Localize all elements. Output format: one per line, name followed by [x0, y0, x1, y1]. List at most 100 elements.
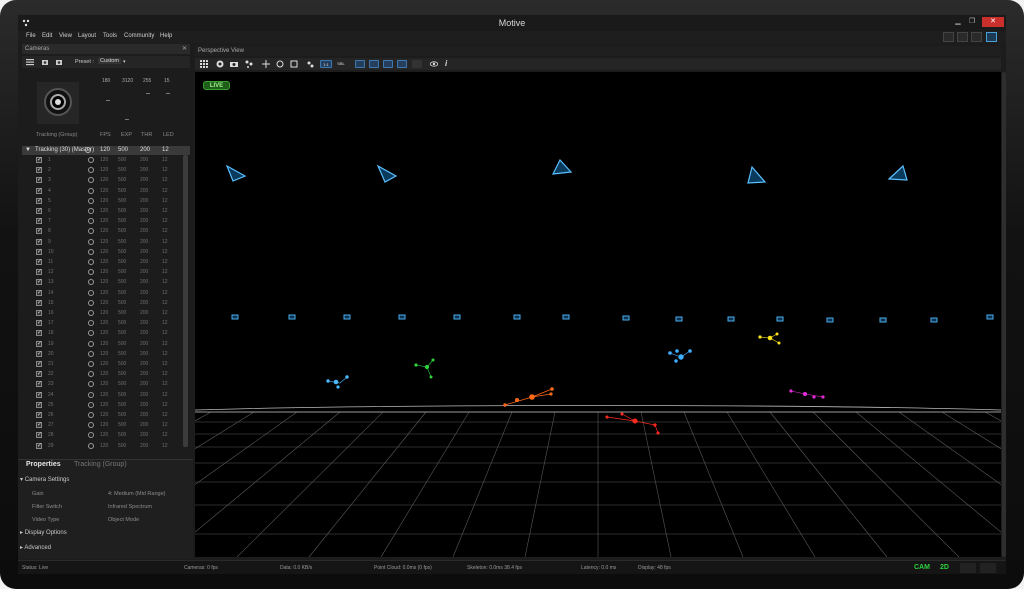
table-row[interactable]: 29 120 500 200 12	[22, 441, 186, 451]
menu-edit[interactable]: Edit	[42, 33, 52, 39]
skeleton-icon[interactable]	[245, 60, 253, 68]
mode-button-4[interactable]	[980, 563, 996, 573]
table-row[interactable]: 9 120 500 200 12	[22, 237, 186, 247]
menu-layout[interactable]: Layout	[78, 33, 96, 39]
menu-file[interactable]: File	[26, 33, 36, 39]
table-row[interactable]: 23 120 500 200 12	[22, 379, 186, 389]
camera-enable-checkbox[interactable]	[36, 216, 42, 226]
table-row[interactable]: 8 120 500 200 12	[22, 226, 186, 236]
camera-settings-section[interactable]: ▾ Camera Settings	[20, 475, 188, 485]
preset-dropdown[interactable]: Custom	[98, 58, 121, 64]
menu-tools[interactable]: Tools	[103, 33, 117, 39]
exp-slider[interactable]	[125, 119, 129, 120]
visibility-eye-icon[interactable]	[430, 60, 438, 68]
table-row[interactable]: 17 120 500 200 12	[22, 318, 186, 328]
table-row[interactable]: 10 120 500 200 12	[22, 247, 186, 257]
camera-enable-checkbox[interactable]	[36, 359, 42, 369]
table-row[interactable]: 1 120 500 200 12	[22, 155, 186, 165]
video-type-value[interactable]: Object Mode	[108, 517, 139, 523]
tab-properties[interactable]: Properties	[26, 461, 61, 468]
table-row[interactable]: 6 120 500 200 12	[22, 206, 186, 216]
camera-enable-checkbox[interactable]	[36, 165, 42, 175]
table-row[interactable]: 22 120 500 200 12	[22, 369, 186, 379]
camera-enable-checkbox[interactable]	[36, 308, 42, 318]
cam-mode-button[interactable]: CAM	[914, 563, 930, 573]
camera-enable-checkbox[interactable]	[36, 247, 42, 257]
view-11-button[interactable]: 1:1	[320, 60, 332, 68]
camera-group-icon[interactable]	[56, 58, 64, 66]
record-icon[interactable]	[216, 60, 224, 68]
minimize-button[interactable]: ▁	[952, 17, 964, 27]
camera-enable-checkbox[interactable]	[36, 430, 42, 440]
table-row[interactable]: 24 120 500 200 12	[22, 390, 186, 400]
list-icon[interactable]	[26, 58, 34, 66]
close-button[interactable]: ✕	[982, 17, 1004, 27]
table-row[interactable]: 28 120 500 200 12	[22, 430, 186, 440]
view-mode-5-icon[interactable]	[412, 60, 422, 68]
table-row[interactable]: 13 120 500 200 12	[22, 277, 186, 287]
table-row[interactable]: 19 120 500 200 12	[22, 339, 186, 349]
camera-enable-checkbox[interactable]	[36, 277, 42, 287]
camera-enable-checkbox[interactable]	[36, 175, 42, 185]
select-tool-icon[interactable]	[262, 60, 270, 68]
table-row[interactable]: 26 120 500 200 12	[22, 410, 186, 420]
viewport-scrollbar[interactable]	[1002, 72, 1006, 557]
table-row[interactable]: 12 120 500 200 12	[22, 267, 186, 277]
marker-tool-icon[interactable]	[306, 60, 314, 68]
camera-enable-checkbox[interactable]	[36, 155, 42, 165]
menu-view[interactable]: View	[59, 33, 72, 39]
display-options-section[interactable]: ▸ Display Options	[20, 528, 188, 538]
table-row[interactable]: 14 120 500 200 12	[22, 288, 186, 298]
table-row[interactable]: 21 120 500 200 12	[22, 359, 186, 369]
info-icon[interactable]: i	[445, 60, 453, 68]
view-mode-3-icon[interactable]	[383, 60, 393, 68]
sbl-button[interactable]: SBL	[335, 60, 347, 68]
camera-enable-checkbox[interactable]	[36, 318, 42, 328]
camera-enable-checkbox[interactable]	[36, 206, 42, 216]
camera-enable-checkbox[interactable]	[36, 298, 42, 308]
camera-enable-checkbox[interactable]	[36, 186, 42, 196]
expand-arrow-icon[interactable]: ▼	[25, 146, 31, 155]
camera-enable-checkbox[interactable]	[36, 196, 42, 206]
table-row[interactable]: 2 120 500 200 12	[22, 165, 186, 175]
table-row[interactable]: 11 120 500 200 12	[22, 257, 186, 267]
camera-enable-checkbox[interactable]	[36, 328, 42, 338]
mode-button-3[interactable]	[960, 563, 976, 573]
layout-capture-button[interactable]	[971, 32, 982, 42]
layout-create-button[interactable]	[957, 32, 968, 42]
camera-enable-checkbox[interactable]	[36, 390, 42, 400]
camera-list-scrollbar[interactable]	[183, 155, 188, 447]
table-row[interactable]: 4 120 500 200 12	[22, 186, 186, 196]
layout-edit-button[interactable]	[986, 32, 997, 42]
camera-enable-checkbox[interactable]	[36, 420, 42, 430]
fps-slider[interactable]	[106, 100, 110, 101]
layout-calibrate-button[interactable]	[943, 32, 954, 42]
chevron-down-icon[interactable]: ▾	[123, 59, 126, 65]
table-row[interactable]: 18 120 500 200 12	[22, 328, 186, 338]
cameras-panel-close-icon[interactable]: ✕	[182, 44, 187, 54]
camera-enable-checkbox[interactable]	[36, 349, 42, 359]
tab-tracking-group[interactable]: Tracking (Group)	[74, 461, 127, 468]
table-row[interactable]: 25 120 500 200 12	[22, 400, 186, 410]
maximize-button[interactable]: ❐	[966, 17, 978, 27]
table-row[interactable]: 5 120 500 200 12	[22, 196, 186, 206]
view-mode-4-icon[interactable]	[397, 60, 407, 68]
scene-canvas[interactable]	[195, 72, 1001, 557]
table-row[interactable]: 27 120 500 200 12	[22, 420, 186, 430]
scale-tool-icon[interactable]	[290, 60, 298, 68]
camera-enable-checkbox[interactable]	[36, 237, 42, 247]
perspective-viewport[interactable]: LIVE	[195, 72, 1001, 557]
camera-enable-checkbox[interactable]	[36, 257, 42, 267]
table-row[interactable]: 7 120 500 200 12	[22, 216, 186, 226]
table-row[interactable]: 3 120 500 200 12	[22, 175, 186, 185]
led-slider[interactable]	[166, 93, 170, 94]
rotate-tool-icon[interactable]	[276, 60, 284, 68]
menu-community[interactable]: Community	[124, 33, 154, 39]
menu-help[interactable]: Help	[160, 33, 172, 39]
camera-enable-checkbox[interactable]	[36, 400, 42, 410]
advanced-section[interactable]: ▸ Advanced	[20, 543, 188, 553]
camera-enable-checkbox[interactable]	[36, 267, 42, 277]
thr-slider[interactable]	[146, 93, 150, 94]
camera-enable-checkbox[interactable]	[36, 339, 42, 349]
camera-icon[interactable]	[230, 60, 238, 68]
